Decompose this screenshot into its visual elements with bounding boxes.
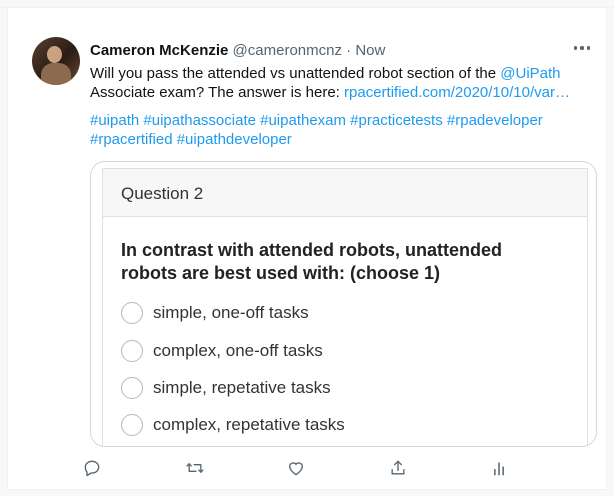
radio-circle-icon [121,414,143,436]
header-separator: · [346,42,352,59]
retweet-icon[interactable] [183,456,207,480]
tweet-actions [8,456,608,480]
radio-circle-icon [121,302,143,324]
tweet[interactable]: Cameron McKenzie @cameronmcnz · Now Will… [7,7,607,490]
hashtags-line-1[interactable]: #uipath #uipathassociate #uipathexam #pr… [90,111,590,130]
more-horizontal-icon[interactable] [570,38,594,58]
radio-circle-icon [121,377,143,399]
hashtags: #uipath #uipathassociate #uipathexam #pr… [90,111,590,149]
option-label: complex, repetative tasks [153,415,345,434]
option-label: simple, repetative tasks [153,378,331,397]
author-handle[interactable]: @cameronmcnz [233,42,342,59]
option-label: simple, one-off tasks [153,303,309,322]
quiz-option: complex, repetative tasks [121,413,345,437]
author-name[interactable]: Cameron McKenzie [90,42,228,59]
quiz-question: In contrast with attended robots, unatte… [121,240,503,283]
mention-link[interactable]: @UiPath [500,65,560,82]
avatar-head-shape [47,46,62,63]
heart-icon[interactable] [284,456,308,480]
analytics-icon[interactable] [487,456,511,480]
option-label: complex, one-off tasks [153,341,323,360]
avatar[interactable] [32,37,80,85]
media-card[interactable]: Question 2 In contrast with attended rob… [90,161,597,447]
tweet-text: Will you pass the attended vs unattended… [90,64,590,102]
hashtags-line-2[interactable]: #rpacertified #uipathdeveloper [90,130,590,149]
share-icon[interactable] [386,456,410,480]
avatar-body-shape [41,63,71,85]
tweet-text-part2: Associate exam? The answer is here: [90,84,345,101]
quiz-option: simple, repetative tasks [121,376,331,400]
quiz-option: simple, one-off tasks [121,301,309,325]
url-link[interactable]: rpacertified.com/2020/10/10/var… [344,84,570,101]
tweet-header: Cameron McKenzie @cameronmcnz · Now [90,42,385,60]
reply-icon[interactable] [80,456,104,480]
radio-circle-icon [121,340,143,362]
quiz-option: complex, one-off tasks [121,339,323,363]
tweet-text-part1: Will you pass the attended vs unattended… [90,65,501,82]
tweet-time[interactable]: Now [355,42,385,59]
quiz-header: Question 2 [103,169,587,217]
quiz-image: Question 2 In contrast with attended rob… [102,168,588,446]
